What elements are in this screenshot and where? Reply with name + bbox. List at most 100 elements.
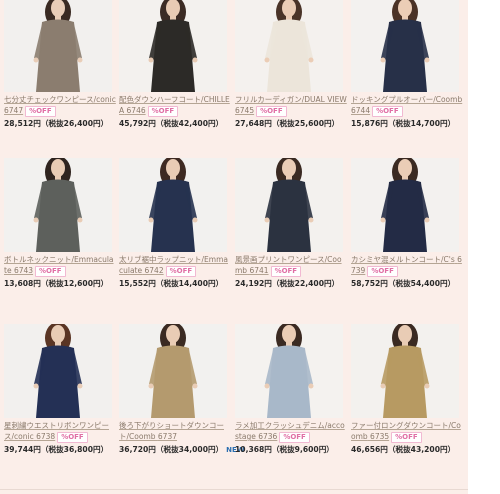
model-illustration (235, 324, 343, 418)
price-text: 15,552円（税抜14,400円） (119, 279, 224, 288)
product-item-number: 6744 (351, 106, 371, 115)
product-item-number: 6746 (126, 106, 146, 115)
product-photo[interactable] (235, 0, 343, 92)
discount-badge: %OFF (270, 265, 302, 277)
product-card[interactable]: カシミヤ混メルトンコート/C's 6739 %OFF 58,752円（税抜54,40… (351, 158, 462, 298)
product-name-link[interactable]: 七分丈チェックワンピース/conic 6747 %OFF (4, 94, 116, 117)
price-text: 27,648円（税抜25,600円） (235, 119, 340, 128)
price-text: 28,512円（税抜26,400円） (4, 119, 109, 128)
product-grid: 七分丈チェックワンピース/conic 6747 %OFF 28,512円（税抜26,… (0, 0, 468, 494)
product-name-link[interactable]: 配色ダウンハーフコート/CHILLEA 6746 %OFF (119, 94, 231, 117)
product-item-number: 6737 (157, 432, 177, 441)
product-name-link[interactable]: 風景画プリントワンピース/Coomb 6741 %OFF (235, 254, 347, 277)
product-photo[interactable] (119, 0, 227, 92)
product-card[interactable]: 七分丈チェックワンピース/conic 6747 %OFF 28,512円（税抜26,… (4, 0, 116, 138)
product-name-link[interactable]: ファー付ロングダウンコート/Coomb 6735 %OFF (351, 420, 463, 443)
discount-badge: %OFF (165, 265, 197, 277)
discount-badge: %OFF (147, 105, 179, 117)
product-photo[interactable] (4, 158, 112, 252)
product-name-link[interactable]: カシミヤ混メルトンコート/C's 6739 %OFF (351, 254, 463, 277)
model-illustration (4, 0, 112, 92)
product-price: 39,744円（税抜36,800円） (4, 445, 116, 455)
price-text: 36,720円（税抜34,000円） (119, 445, 224, 454)
product-photo[interactable] (351, 324, 459, 418)
discount-badge: %OFF (57, 431, 88, 443)
price-text: 24,192円（税抜22,400円） (235, 279, 340, 288)
product-price: 13,608円（税抜12,600円） (4, 279, 116, 289)
product-photo[interactable] (235, 158, 343, 252)
divider (0, 489, 468, 490)
product-item-number: 6742 (144, 266, 164, 275)
price-text: 13,608円（税抜12,600円） (4, 279, 109, 288)
product-name-text: カシミヤ混メルトンコート/C's (351, 255, 455, 264)
product-name-link[interactable]: ラメ加工クラッシュデニム/accostage 6736 %OFF (235, 420, 347, 443)
model-illustration (235, 158, 343, 252)
product-card[interactable]: ラメ加工クラッシュデニム/accostage 6736 %OFF 10,368円（税… (235, 324, 345, 464)
product-price: 46,656円（税抜43,200円） (351, 445, 463, 455)
price-text: 39,744円（税抜36,800円） (4, 445, 109, 454)
product-item-number: 6747 (4, 106, 24, 115)
product-photo[interactable] (235, 324, 343, 418)
product-price: 36,720円（税抜34,000円） NEW (119, 445, 245, 455)
model-illustration (351, 324, 459, 418)
product-item-number: 6736 (258, 432, 278, 441)
product-photo[interactable] (4, 0, 112, 92)
product-name-link[interactable]: 太リブ裾中ラップニット/Emmaculate 6742 %OFF (119, 254, 231, 277)
product-price: 45,792円（税抜42,400円） (119, 119, 231, 129)
product-card[interactable]: 配色ダウンハーフコート/CHILLEA 6746 %OFF 45,792円（税抜42… (119, 0, 230, 138)
product-item-number: 6745 (235, 106, 255, 115)
product-card[interactable]: 風景画プリントワンピース/Coomb 6741 %OFF 24,192円（税抜22,… (235, 158, 343, 298)
model-illustration (119, 0, 227, 92)
discount-badge: %OFF (279, 431, 310, 443)
product-card[interactable]: ドッキングプルオーバー/Coomb 6744 %OFF 15,876円（税抜14,7… (351, 0, 462, 138)
product-item-number: 6743 (13, 266, 34, 275)
product-card[interactable]: ファー付ロングダウンコート/Coomb 6735 %OFF 46,656円（税抜43… (351, 324, 461, 464)
product-name-link[interactable]: ボトルネックニット/Emmaculate 6743 %OFF (4, 254, 116, 277)
product-card[interactable]: 星刺繍ウエストリボンワンピース/conic 6738 %OFF 39,744円（税抜… (4, 324, 112, 464)
product-name-link[interactable]: 後ろ下がりショートダウンコート/Coomb 6737 (119, 420, 231, 442)
product-photo[interactable] (4, 324, 112, 418)
product-name-link[interactable]: フリルカーディガン/DUAL VIEW 6745 %OFF (235, 94, 347, 117)
discount-badge: %OFF (367, 265, 398, 277)
model-illustration (4, 158, 112, 252)
product-price: 27,648円（税抜25,600円） (235, 119, 347, 129)
product-photo[interactable] (351, 158, 459, 252)
product-price: 10,368円（税抜9,600円） (235, 445, 347, 455)
product-name-text: フリルカーディガン/DUAL VIEW (235, 95, 347, 104)
product-card[interactable]: 後ろ下がりショートダウンコート/Coomb 6737 36,720円（税抜34,0… (119, 324, 245, 464)
discount-badge: %OFF (372, 105, 403, 117)
price-text: 15,876円（税抜14,700円） (351, 119, 456, 128)
model-illustration (4, 324, 112, 418)
price-text: 46,656円（税抜43,200円） (351, 445, 456, 454)
product-price: 15,876円（税抜14,700円） (351, 119, 463, 129)
discount-badge: %OFF (391, 431, 422, 443)
product-card[interactable]: フリルカーディガン/DUAL VIEW 6745 %OFF 27,648円（税抜25… (235, 0, 347, 138)
page-margin (468, 0, 500, 494)
product-photo[interactable] (119, 324, 227, 418)
product-price: 15,552円（税抜14,400円） (119, 279, 231, 289)
product-price: 58,752円（税抜54,400円） (351, 279, 463, 289)
product-card[interactable]: 太リブ裾中ラップニット/Emmaculate 6742 %OFF 15,552円（税… (119, 158, 228, 298)
discount-badge: %OFF (256, 105, 287, 117)
price-text: 10,368円（税抜9,600円） (235, 445, 334, 454)
product-photo[interactable] (119, 158, 227, 252)
discount-badge: %OFF (35, 265, 66, 277)
model-illustration (119, 324, 227, 418)
model-illustration (351, 0, 459, 92)
price-text: 58,752円（税抜54,400円） (351, 279, 456, 288)
product-name-link[interactable]: 星刺繍ウエストリボンワンピース/conic 6738 %OFF (4, 420, 116, 443)
model-illustration (235, 0, 343, 92)
product-name-link[interactable]: ドッキングプルオーバー/Coomb 6744 %OFF (351, 94, 463, 117)
model-illustration (119, 158, 227, 252)
product-price: 28,512円（税抜26,400円） (4, 119, 116, 129)
product-item-number: 6741 (249, 266, 269, 275)
model-illustration (351, 158, 459, 252)
price-text: 45,792円（税抜42,400円） (119, 119, 224, 128)
product-price: 24,192円（税抜22,400円） (235, 279, 347, 289)
product-item-number: 6735 (370, 432, 390, 441)
product-photo[interactable] (351, 0, 459, 92)
product-name-text: 七分丈チェックワンピース/conic (4, 95, 116, 104)
product-item-number: 6738 (36, 432, 56, 441)
product-card[interactable]: ボトルネックニット/Emmaculate 6743 %OFF 13,608円（税抜1… (4, 158, 114, 298)
discount-badge: %OFF (25, 105, 56, 117)
